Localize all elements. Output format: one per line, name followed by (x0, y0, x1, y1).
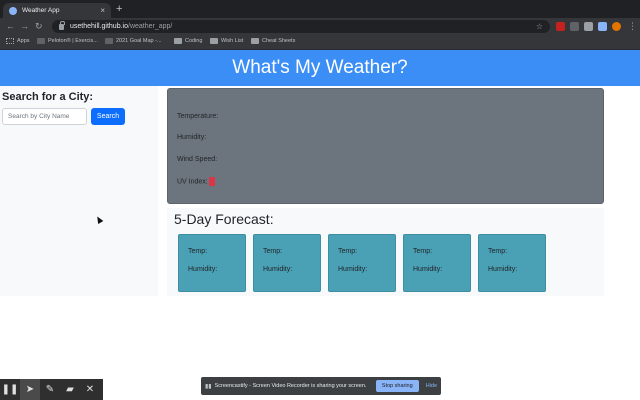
url-text: usethehill.github.io/weather_app/ (70, 23, 173, 30)
search-heading: Search for a City: (2, 91, 94, 103)
forecast-temp-label: Temp: (413, 248, 433, 255)
bookmark-wish-list[interactable]: Wish List (210, 38, 243, 44)
bookmark-coding[interactable]: Coding (174, 38, 202, 44)
forecast-heading: 5-Day Forecast: (174, 211, 274, 227)
forecast-card: Temp: Humidity: (328, 234, 396, 292)
bookmark-goal-map[interactable]: 2021 Goal Map -... (105, 38, 162, 44)
browser-toolbar: ← → ↻ usethehill.github.io/weather_app/ … (0, 18, 640, 35)
cursor-icon[interactable]: ➤ (20, 379, 40, 400)
forecast-section: 5-Day Forecast: Temp: Humidity: Temp: Hu… (167, 208, 604, 296)
forecast-humidity-label: Humidity: (413, 266, 443, 273)
hide-button[interactable]: Hide (426, 383, 437, 389)
forecast-temp-label: Temp: (338, 248, 358, 255)
extensions-puzzle-icon[interactable] (584, 22, 593, 31)
tab-title: Weather App (22, 7, 60, 14)
profile-avatar-icon[interactable] (612, 22, 621, 31)
uv-index-badge (208, 177, 215, 186)
bookmark-apps[interactable]: Apps (6, 38, 30, 44)
drawing-toolbar: ❚❚ ➤ ✎ ▰ ✕ (0, 379, 103, 400)
forward-arrow-icon[interactable]: → (20, 20, 29, 32)
temperature-label: Temperature: (177, 113, 219, 120)
search-button[interactable]: Search (91, 108, 125, 125)
extension-blue-icon[interactable] (598, 22, 607, 31)
menu-kebab-icon[interactable]: ⋮ (628, 20, 637, 32)
forecast-card: Temp: Humidity: (253, 234, 321, 292)
bookmark-cheat-sheets[interactable]: Cheat Sheets (251, 38, 295, 44)
page-icon (105, 38, 113, 44)
reload-icon[interactable]: ↻ (35, 20, 43, 32)
pen-icon[interactable]: ✎ (40, 379, 60, 400)
forecast-humidity-label: Humidity: (338, 266, 368, 273)
bookmarks-bar: Apps Peloton® | Exercis... 2021 Goal Map… (0, 35, 640, 50)
extension-icon[interactable] (570, 22, 579, 31)
forecast-temp-label: Temp: (263, 248, 283, 255)
stop-sharing-button[interactable]: Stop sharing (375, 380, 419, 392)
current-weather-panel: Temperature: Humidity: Wind Speed: UV In… (167, 88, 604, 204)
back-arrow-icon[interactable]: ← (6, 20, 15, 32)
page-header: What's My Weather? (0, 50, 640, 86)
tab-favicon-icon (9, 6, 17, 15)
pause-icon[interactable]: ❚❚ (0, 379, 20, 400)
wind-speed-label: Wind Speed: (177, 156, 218, 163)
forecast-card: Temp: Humidity: (178, 234, 246, 292)
forecast-temp-label: Temp: (488, 248, 508, 255)
forecast-card: Temp: Humidity: (478, 234, 546, 292)
page-title: What's My Weather? (232, 57, 408, 78)
bookmark-star-icon[interactable]: ☆ (536, 22, 543, 31)
forecast-humidity-label: Humidity: (188, 266, 218, 273)
eraser-icon[interactable]: ▰ (60, 379, 80, 400)
folder-icon (210, 38, 218, 44)
forecast-humidity-label: Humidity: (263, 266, 293, 273)
forecast-humidity-label: Humidity: (488, 266, 518, 273)
apps-grid-icon (6, 38, 14, 44)
browser-tabstrip: Weather App × + (0, 0, 640, 18)
tab-close-icon[interactable]: × (100, 6, 105, 15)
share-indicator-icon: ▮▮ (205, 383, 212, 390)
lock-icon (59, 20, 65, 30)
screen-share-bar: ▮▮ Screencastify - Screen Video Recorder… (201, 377, 441, 395)
new-tab-button[interactable]: + (116, 3, 122, 15)
extension-screencastify-icon[interactable] (556, 22, 565, 31)
bookmark-peloton[interactable]: Peloton® | Exercis... (37, 38, 98, 44)
folder-icon (174, 38, 182, 44)
uv-index-label: UV Index: (177, 178, 208, 186)
humidity-label: Humidity: (177, 134, 207, 141)
share-message: Screencastify - Screen Video Recorder is… (214, 383, 367, 389)
page-icon (37, 38, 45, 44)
browser-tab[interactable]: Weather App × (3, 3, 111, 18)
address-bar[interactable]: usethehill.github.io/weather_app/ ☆ (52, 20, 550, 33)
folder-icon (251, 38, 259, 44)
close-icon[interactable]: ✕ (80, 379, 100, 400)
forecast-card: Temp: Humidity: (403, 234, 471, 292)
forecast-temp-label: Temp: (188, 248, 208, 255)
city-search-input[interactable] (2, 108, 87, 125)
uv-index-row: UV Index: (177, 177, 215, 186)
